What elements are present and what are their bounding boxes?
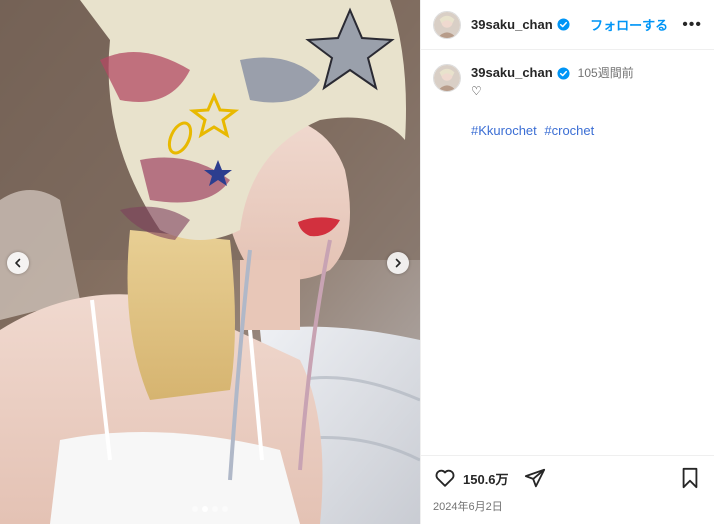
- avatar[interactable]: [433, 10, 461, 39]
- like-button[interactable]: [433, 466, 457, 490]
- post-actions: 150.6万 2024年6月2日: [421, 455, 714, 524]
- chevron-left-icon: [15, 258, 21, 268]
- chevron-right-icon: [395, 258, 401, 268]
- verified-badge-icon: [557, 66, 570, 80]
- post-sidebar: 39saku_chan フォローする ••• 39saku_chan 105週間…: [420, 0, 714, 524]
- slide-dot-active: [202, 506, 208, 512]
- share-button[interactable]: [523, 466, 547, 490]
- avatar[interactable]: [433, 64, 461, 92]
- post-media[interactable]: [0, 0, 420, 524]
- caption-text: ♡: [471, 84, 482, 98]
- save-button[interactable]: [678, 466, 702, 490]
- username[interactable]: 39saku_chan: [471, 17, 553, 32]
- post-header: 39saku_chan フォローする •••: [421, 0, 714, 50]
- post-date: 2024年6月2日: [433, 501, 503, 513]
- bookmark-icon: [682, 467, 698, 489]
- caption-username[interactable]: 39saku_chan: [471, 64, 553, 82]
- caption: 39saku_chan 105週間前 ♡ #Kkurochet #crochet: [421, 50, 714, 140]
- slide-indicator: [0, 506, 420, 512]
- slide-dot: [212, 506, 218, 512]
- hashtags: #Kkurochet #crochet: [471, 122, 634, 140]
- hashtag-link[interactable]: #Kkurochet: [471, 123, 537, 138]
- paper-plane-icon: [524, 468, 545, 488]
- post-photo: [0, 0, 420, 524]
- more-options-button[interactable]: •••: [682, 16, 702, 33]
- follow-button[interactable]: フォローする: [590, 15, 668, 34]
- hashtag-link[interactable]: #crochet: [544, 123, 594, 138]
- caption-body: 39saku_chan 105週間前 ♡ #Kkurochet #crochet: [471, 64, 634, 140]
- verified-badge-icon: [557, 18, 570, 31]
- next-slide-button[interactable]: [387, 252, 409, 274]
- heart-icon: [435, 469, 455, 487]
- previous-slide-button[interactable]: [7, 252, 29, 274]
- like-count[interactable]: 150.6万: [463, 469, 509, 488]
- instagram-post: 39saku_chan フォローする ••• 39saku_chan 105週間…: [0, 0, 714, 524]
- slide-dot: [192, 506, 198, 512]
- post-time[interactable]: 105週間前: [578, 64, 634, 82]
- slide-dot: [222, 506, 228, 512]
